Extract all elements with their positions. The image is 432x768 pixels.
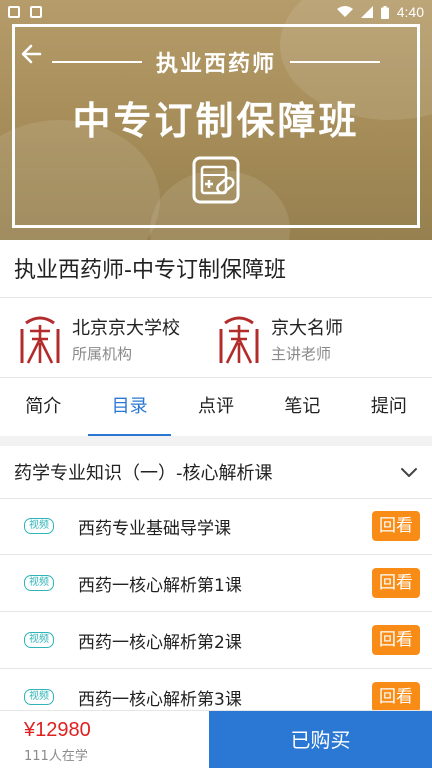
wifi-icon xyxy=(336,6,353,17)
replay-button[interactable]: 回看 xyxy=(372,625,420,655)
purchase-bar: ¥12980 111人在学 已购买 xyxy=(0,710,432,768)
school-logo-icon xyxy=(20,316,60,364)
notification-icon xyxy=(8,6,20,18)
status-bar: 4:40 xyxy=(0,0,432,24)
video-badge-icon: 视频 xyxy=(24,518,54,534)
banner-rule-left xyxy=(51,61,142,63)
course-title: 执业西药师-中专订制保障班 xyxy=(14,258,286,283)
learner-count: 111人在学 xyxy=(24,749,88,764)
lesson-row[interactable]: 视频 西药一核心解析第1课 回看 xyxy=(0,555,432,611)
tab-intro[interactable]: 简介 xyxy=(0,378,86,436)
institution-role: 所属机构 xyxy=(72,345,133,363)
course-price: ¥12980 xyxy=(24,719,91,741)
notification-icon xyxy=(30,6,42,18)
tab-questions[interactable]: 提问 xyxy=(346,378,432,436)
video-badge-icon: 视频 xyxy=(24,632,54,648)
lesson-row[interactable]: 视频 西药一核心解析第2课 回看 xyxy=(0,612,432,668)
signal-icon xyxy=(360,6,373,18)
lesson-title: 西药专业基础导学课 xyxy=(78,518,231,539)
institution-card[interactable]: 北京京大学校 所属机构 xyxy=(20,310,180,368)
lesson-title: 西药一核心解析第2课 xyxy=(78,632,242,653)
course-tabs: 简介 目录 点评 笔记 提问 xyxy=(0,378,432,436)
battery-icon xyxy=(380,5,389,19)
teacher-card[interactable]: 京大名师 主讲老师 xyxy=(219,310,343,368)
lesson-row[interactable]: 视频 西药专业基础导学课 回看 xyxy=(0,498,432,554)
video-badge-icon: 视频 xyxy=(24,689,54,705)
lesson-title: 西药一核心解析第3课 xyxy=(78,689,242,710)
banner-title: 中专订制保障班 xyxy=(72,99,360,143)
chapter-header[interactable]: 药学专业知识（一）-核心解析课 xyxy=(0,446,432,498)
section-gap xyxy=(0,436,432,446)
status-time: 4:40 xyxy=(396,4,424,20)
video-badge-icon: 视频 xyxy=(24,575,54,591)
teacher-role: 主讲老师 xyxy=(271,345,332,363)
replay-button[interactable]: 回看 xyxy=(372,682,420,712)
divider xyxy=(0,297,432,298)
chevron-down-icon xyxy=(401,468,417,477)
tab-catalog[interactable]: 目录 xyxy=(86,378,172,436)
teacher-name: 京大名师 xyxy=(271,318,343,339)
replay-button[interactable]: 回看 xyxy=(372,568,420,598)
tab-reviews[interactable]: 点评 xyxy=(173,378,259,436)
lesson-title: 西药一核心解析第1课 xyxy=(78,575,242,596)
purchased-button[interactable]: 已购买 xyxy=(209,711,432,768)
back-arrow-icon[interactable] xyxy=(18,40,46,68)
chapter-title: 药学专业知识（一）-核心解析课 xyxy=(14,463,273,484)
banner-subtitle: 执业西药师 xyxy=(155,52,276,77)
institution-name: 北京京大学校 xyxy=(72,318,180,339)
banner-subtitle-row: 执业西药师 xyxy=(0,44,432,80)
course-banner: 执业西药师 中专订制保障班 4:40 xyxy=(0,0,432,240)
banner-rule-right xyxy=(290,61,380,63)
tab-notes[interactable]: 笔记 xyxy=(259,378,345,436)
replay-button[interactable]: 回看 xyxy=(372,511,420,541)
pharmacy-emblem-icon xyxy=(192,156,240,204)
teacher-logo-icon xyxy=(219,316,259,364)
